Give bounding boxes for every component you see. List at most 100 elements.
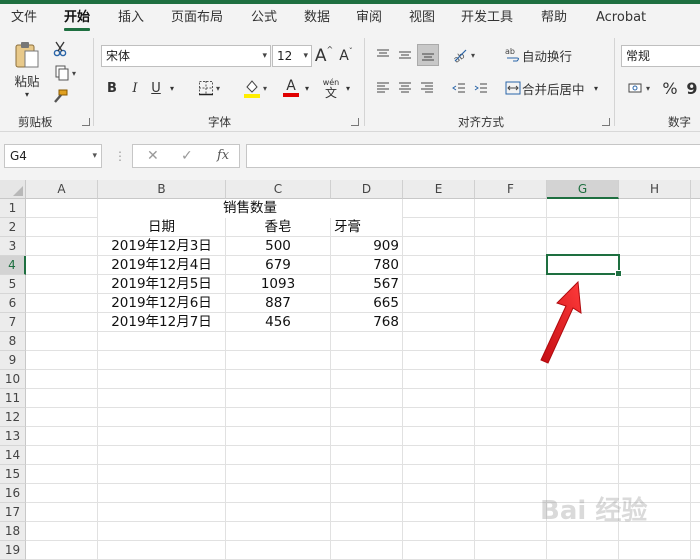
tab-developer[interactable]: 开发工具 xyxy=(461,4,513,32)
row-header[interactable]: 12 xyxy=(0,408,26,427)
insert-function-icon[interactable]: fx xyxy=(217,148,229,163)
tab-data[interactable]: 数据 xyxy=(304,4,330,32)
cell-date[interactable]: 2019年12月5日 xyxy=(98,275,225,294)
cell-soap[interactable]: 1093 xyxy=(226,275,330,294)
row-header[interactable]: 7 xyxy=(0,313,26,332)
align-left-icon[interactable] xyxy=(374,78,392,98)
row-header[interactable]: 13 xyxy=(0,427,26,446)
italic-button[interactable]: I xyxy=(126,78,144,98)
column-header-f[interactable]: F xyxy=(475,180,547,199)
row-header[interactable]: 15 xyxy=(0,465,26,484)
cell-soap[interactable]: 456 xyxy=(226,313,330,332)
cell-toothpaste[interactable]: 665 xyxy=(331,294,402,313)
row-header[interactable]: 4 xyxy=(0,256,26,275)
font-launcher-icon[interactable] xyxy=(351,118,359,126)
tab-page-layout[interactable]: 页面布局 xyxy=(171,4,223,32)
row-header[interactable]: 9 xyxy=(0,351,26,370)
column-header-e[interactable]: E xyxy=(403,180,475,199)
percent-style-button[interactable]: % xyxy=(660,77,680,99)
cell-date[interactable]: 2019年12月7日 xyxy=(98,313,225,332)
row-header[interactable]: 14 xyxy=(0,446,26,465)
row-header[interactable]: 11 xyxy=(0,389,26,408)
tab-insert[interactable]: 插入 xyxy=(118,4,144,32)
align-center-icon[interactable] xyxy=(396,78,414,98)
wrap-text-button[interactable]: 自动换行 xyxy=(522,44,574,66)
selected-cell-g4[interactable] xyxy=(546,254,622,277)
comma-style-button[interactable]: 9 xyxy=(684,77,700,99)
grow-font-button[interactable]: A ^ xyxy=(314,45,334,67)
font-size-combobox[interactable]: 12 ▾ xyxy=(272,45,312,67)
align-right-icon[interactable] xyxy=(418,78,436,98)
paste-icon[interactable] xyxy=(10,40,44,70)
row-header[interactable]: 19 xyxy=(0,541,26,560)
wrap-text-icon[interactable]: ab xyxy=(504,44,522,66)
column-header-h[interactable]: H xyxy=(619,180,691,199)
cancel-icon[interactable]: ✕ xyxy=(147,148,159,164)
font-name-combobox[interactable]: 宋体 ▾ xyxy=(101,45,271,67)
tab-formulas[interactable]: 公式 xyxy=(251,4,277,32)
cell-header-toothpaste[interactable]: 牙膏 xyxy=(334,218,402,237)
clipboard-launcher-icon[interactable] xyxy=(82,118,90,126)
cell-header-soap[interactable]: 香皂 xyxy=(226,218,330,237)
row-header[interactable]: 1 xyxy=(0,199,26,218)
cell-date[interactable]: 2019年12月4日 xyxy=(98,256,225,275)
cell-title[interactable]: 销售数量 xyxy=(98,199,402,218)
increase-indent-icon[interactable] xyxy=(472,78,490,98)
align-top-icon[interactable] xyxy=(374,46,392,64)
row-header[interactable]: 5 xyxy=(0,275,26,294)
row-header[interactable]: 18 xyxy=(0,522,26,541)
column-header-partial[interactable] xyxy=(691,180,700,199)
cut-icon[interactable] xyxy=(50,40,70,58)
accounting-format-icon[interactable]: ▾ xyxy=(624,78,654,98)
name-box[interactable]: G4 ▾ xyxy=(4,144,102,168)
cell-toothpaste[interactable]: 909 xyxy=(331,237,402,256)
borders-button[interactable]: ▾ xyxy=(192,78,226,98)
align-bottom-icon[interactable] xyxy=(417,44,439,66)
decrease-indent-icon[interactable] xyxy=(450,78,468,98)
cell-soap[interactable]: 679 xyxy=(226,256,330,275)
row-header[interactable]: 6 xyxy=(0,294,26,313)
row-header[interactable]: 16 xyxy=(0,484,26,503)
row-header[interactable]: 10 xyxy=(0,370,26,389)
tab-review[interactable]: 审阅 xyxy=(356,4,382,32)
select-all-button[interactable] xyxy=(0,180,26,199)
cell-toothpaste[interactable]: 768 xyxy=(331,313,402,332)
orientation-icon[interactable]: ab▾ xyxy=(448,44,478,66)
tab-home[interactable]: 开始 xyxy=(64,4,91,32)
copy-icon[interactable]: ▾ xyxy=(50,64,80,82)
tab-help[interactable]: 帮助 xyxy=(541,4,567,32)
row-header[interactable]: 2 xyxy=(0,218,26,237)
merge-dropdown-icon[interactable]: ▾ xyxy=(590,78,602,98)
cell-toothpaste[interactable]: 567 xyxy=(331,275,402,294)
column-header-d[interactable]: D xyxy=(331,180,403,199)
phonetic-button[interactable]: wén 文 xyxy=(320,76,342,100)
cell-date[interactable]: 2019年12月6日 xyxy=(98,294,225,313)
cell-soap[interactable]: 500 xyxy=(226,237,330,256)
cell-soap[interactable]: 887 xyxy=(226,294,330,313)
enter-icon[interactable]: ✓ xyxy=(181,148,193,164)
column-header-c[interactable]: C xyxy=(226,180,331,199)
paste-dropdown-icon[interactable]: ▾ xyxy=(20,88,34,100)
merge-center-icon[interactable] xyxy=(504,78,522,98)
row-header[interactable]: 3 xyxy=(0,237,26,256)
number-format-combobox[interactable]: 常规 xyxy=(621,45,700,67)
alignment-launcher-icon[interactable] xyxy=(602,118,610,126)
cell-header-date[interactable]: 日期 xyxy=(98,218,225,237)
underline-button[interactable]: U xyxy=(148,78,164,98)
tab-acrobat[interactable]: Acrobat xyxy=(596,4,646,32)
cell-date[interactable]: 2019年12月3日 xyxy=(98,237,225,256)
phonetic-dropdown-icon[interactable]: ▾ xyxy=(343,78,353,98)
format-painter-icon[interactable] xyxy=(50,88,70,106)
underline-dropdown-icon[interactable]: ▾ xyxy=(166,78,178,98)
font-color-dropdown-icon[interactable]: ▾ xyxy=(302,78,312,98)
bold-button[interactable]: B xyxy=(103,78,121,98)
tab-view[interactable]: 视图 xyxy=(409,4,435,32)
fill-color-button[interactable]: ▾ xyxy=(238,77,272,99)
row-header[interactable]: 8 xyxy=(0,332,26,351)
formula-input[interactable] xyxy=(246,144,700,168)
column-header-g[interactable]: G xyxy=(547,180,619,199)
cell-toothpaste[interactable]: 780 xyxy=(331,256,402,275)
align-middle-icon[interactable] xyxy=(396,46,414,64)
paste-button[interactable]: 粘贴 xyxy=(10,72,44,89)
tab-file[interactable]: 文件 xyxy=(11,4,37,32)
